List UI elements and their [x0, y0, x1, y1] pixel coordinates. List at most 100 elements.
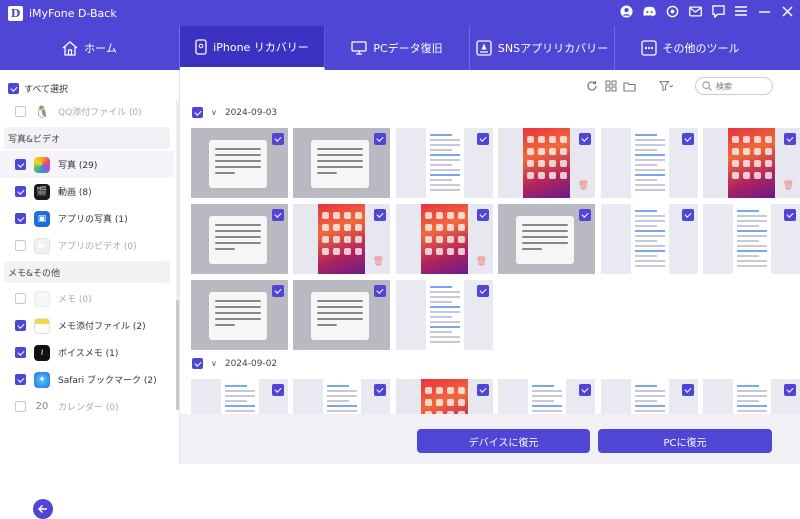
- calendar-icon: 20: [34, 398, 50, 415]
- select-all-checkbox[interactable]: [8, 83, 19, 94]
- photo-checkbox[interactable]: [682, 209, 694, 221]
- trash-icon: 🗑: [782, 181, 794, 191]
- menu-icon[interactable]: [734, 4, 748, 18]
- photo-checkbox[interactable]: [272, 209, 284, 221]
- photo-thumbnail[interactable]: [601, 379, 698, 414]
- mail-icon[interactable]: [688, 4, 702, 18]
- search-box[interactable]: [695, 77, 773, 95]
- photo-thumbnail[interactable]: [293, 128, 390, 198]
- tab-sns-recovery[interactable]: SNSアプリリカバリー: [470, 26, 615, 70]
- photo-checkbox[interactable]: [682, 133, 694, 145]
- user-icon[interactable]: [619, 4, 633, 18]
- sidebar-item-checkbox[interactable]: [15, 293, 26, 304]
- chevron-down-icon[interactable]: ∨: [211, 108, 217, 117]
- date-group-header[interactable]: ∨ 2024-09-02: [192, 358, 277, 369]
- sidebar-item-checkbox[interactable]: [15, 106, 26, 117]
- app-video-icon: ▶: [34, 237, 50, 254]
- chat-icon[interactable]: [711, 4, 725, 18]
- photo-thumbnail[interactable]: [703, 379, 800, 414]
- date-group-header[interactable]: ∨ 2024-09-03: [192, 107, 277, 118]
- photo-checkbox[interactable]: [374, 133, 386, 145]
- photo-checkbox[interactable]: [272, 133, 284, 145]
- photo-thumbnail[interactable]: 🗑: [293, 204, 390, 274]
- photo-checkbox[interactable]: [272, 384, 284, 396]
- photo-checkbox[interactable]: [784, 133, 796, 145]
- tab-home[interactable]: ホーム: [0, 26, 180, 70]
- photo-checkbox[interactable]: [784, 209, 796, 221]
- sidebar-item[interactable]: 🐧 QQ添付ファイル (0): [0, 98, 174, 125]
- photo-checkbox[interactable]: [682, 384, 694, 396]
- sidebar-scrollbar[interactable]: [176, 100, 179, 410]
- sidebar-item[interactable]: メモ (0): [0, 285, 174, 312]
- photo-thumbnail[interactable]: 🗑: [498, 128, 595, 198]
- sidebar-item[interactable]: ≀ ボイスメモ (1): [0, 339, 174, 366]
- photo-checkbox[interactable]: [272, 285, 284, 297]
- photo-thumbnail[interactable]: [396, 280, 493, 350]
- phone-icon: [195, 38, 207, 55]
- photo-checkbox[interactable]: [477, 209, 489, 221]
- photo-thumbnail[interactable]: [601, 128, 698, 198]
- select-all[interactable]: すべて選択: [8, 82, 68, 95]
- scrollbar-thumb[interactable]: [176, 300, 179, 410]
- tab-iphone-recovery[interactable]: iPhone リカバリー: [180, 26, 325, 70]
- search-input[interactable]: [716, 81, 766, 91]
- tab-other-tools[interactable]: その他のツール: [615, 26, 765, 70]
- photo-thumbnail[interactable]: [191, 128, 288, 198]
- back-button[interactable]: [33, 499, 53, 519]
- photo-checkbox[interactable]: [477, 133, 489, 145]
- sidebar-item[interactable]: 20 カレンダー (0): [0, 393, 174, 416]
- photo-thumbnail[interactable]: [498, 204, 595, 274]
- photo-checkbox[interactable]: [477, 285, 489, 297]
- photo-thumbnail[interactable]: [703, 204, 800, 274]
- sidebar-item[interactable]: ▣ アプリの写真 (1): [0, 205, 174, 232]
- sidebar-item-checkbox[interactable]: [15, 186, 26, 197]
- group-checkbox[interactable]: [192, 107, 203, 118]
- photo-thumbnail[interactable]: [191, 379, 288, 414]
- tab-sns-recovery-label: SNSアプリリカバリー: [497, 42, 609, 55]
- photo-checkbox[interactable]: [579, 133, 591, 145]
- close-icon[interactable]: [780, 4, 794, 18]
- sidebar-item-checkbox[interactable]: [15, 347, 26, 358]
- sidebar-item-checkbox[interactable]: [15, 159, 26, 170]
- photo-thumbnail[interactable]: [191, 280, 288, 350]
- photo-checkbox[interactable]: [477, 384, 489, 396]
- photo-checkbox[interactable]: [374, 209, 386, 221]
- photo-thumbnail[interactable]: [601, 204, 698, 274]
- chevron-down-icon[interactable]: ∨: [211, 359, 217, 368]
- filter-icon[interactable]: [659, 79, 673, 93]
- refresh-icon[interactable]: [585, 79, 599, 93]
- photo-thumbnail[interactable]: 🗑: [703, 128, 800, 198]
- sidebar-item-checkbox[interactable]: [15, 401, 26, 412]
- discord-icon[interactable]: [642, 4, 656, 18]
- photo-thumbnail[interactable]: [293, 280, 390, 350]
- photo-thumbnail[interactable]: [498, 379, 595, 414]
- grid-view-icon[interactable]: [604, 79, 618, 93]
- photo-checkbox[interactable]: [579, 384, 591, 396]
- tab-pc-recovery[interactable]: PCデータ復旧: [325, 26, 470, 70]
- trash-icon: 🗑: [475, 257, 487, 267]
- minimize-icon[interactable]: [757, 4, 771, 18]
- group-checkbox[interactable]: [192, 358, 203, 369]
- sidebar-item-checkbox[interactable]: [15, 213, 26, 224]
- folder-icon[interactable]: [622, 79, 636, 93]
- sidebar-item[interactable]: ▶ アプリのビデオ (0): [0, 232, 174, 259]
- photo-checkbox[interactable]: [374, 285, 386, 297]
- sidebar-item[interactable]: 写真 (29): [0, 151, 174, 178]
- photo-checkbox[interactable]: [579, 209, 591, 221]
- settings-icon[interactable]: [665, 4, 679, 18]
- photo-thumbnail[interactable]: [191, 204, 288, 274]
- photo-thumbnail[interactable]: 🗑: [396, 379, 493, 414]
- restore-to-pc-button[interactable]: PCに復元: [598, 429, 772, 453]
- sidebar-item-checkbox[interactable]: [15, 374, 26, 385]
- sidebar-item-checkbox[interactable]: [15, 320, 26, 331]
- sidebar-item[interactable]: メモ添付ファイル (2): [0, 312, 174, 339]
- restore-to-device-button[interactable]: デバイスに復元: [417, 429, 590, 453]
- sidebar-item-checkbox[interactable]: [15, 240, 26, 251]
- photo-thumbnail[interactable]: [396, 128, 493, 198]
- sidebar-item[interactable]: 🎬 動画 (8): [0, 178, 174, 205]
- photo-thumbnail[interactable]: [293, 379, 390, 414]
- photo-thumbnail[interactable]: 🗑: [396, 204, 493, 274]
- sidebar-item[interactable]: ✦ Safari ブックマーク (2): [0, 366, 174, 393]
- photo-checkbox[interactable]: [374, 384, 386, 396]
- photo-checkbox[interactable]: [784, 384, 796, 396]
